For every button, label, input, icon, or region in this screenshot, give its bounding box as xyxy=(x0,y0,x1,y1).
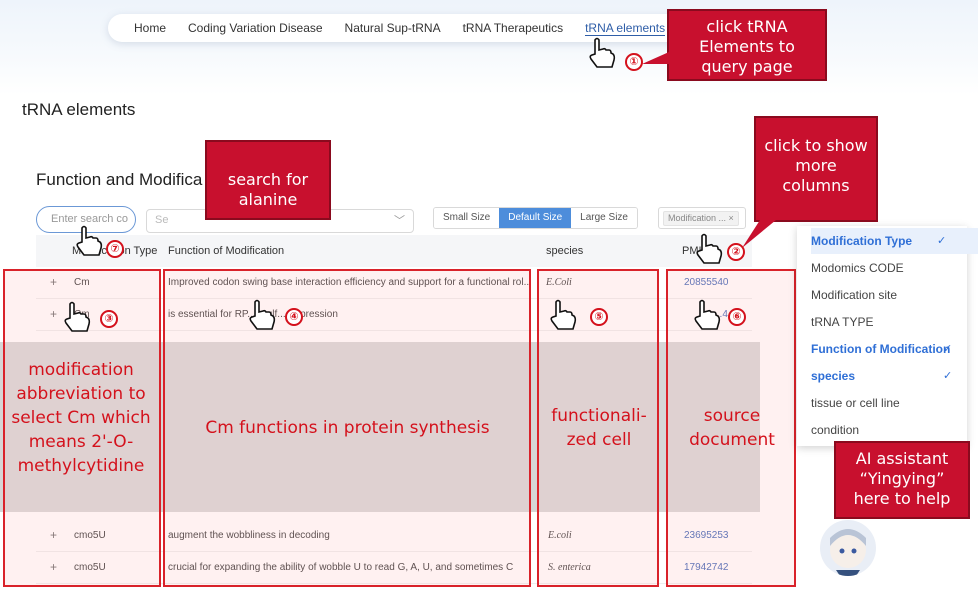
column-option-condition[interactable]: condition xyxy=(811,423,859,437)
column-option-trna-type[interactable]: tRNA TYPE xyxy=(811,315,873,329)
table-header: Modification Type Function of Modificati… xyxy=(36,235,752,267)
hand-cursor-icon xyxy=(550,299,577,330)
column-tag: Modification ... × xyxy=(663,211,739,226)
nav-trna-therapeutics[interactable]: tRNA Therapeutics xyxy=(463,21,564,35)
hand-cursor-icon xyxy=(589,37,616,68)
callout-columns: click to show more columns xyxy=(754,116,878,222)
column-dropdown-panel: Modification Type ✓ Modomics CODE Modifi… xyxy=(797,226,978,446)
check-icon: ✓ xyxy=(937,235,947,247)
step-marker-2: ② xyxy=(727,243,745,261)
column-select[interactable]: Modification ... × xyxy=(658,207,746,229)
hand-cursor-icon xyxy=(249,299,276,330)
page-title: tRNA elements xyxy=(22,100,136,119)
filter-select-placeholder: Se xyxy=(155,214,169,226)
overlay-mod-abbr: modification abbreviation to select Cm w… xyxy=(11,360,151,476)
step-marker-5: ⑤ xyxy=(590,308,608,326)
step-marker-3: ③ xyxy=(100,310,118,328)
header-species[interactable]: species xyxy=(546,245,583,257)
section-title: Function and Modifica xyxy=(36,170,203,189)
ai-assistant-avatar[interactable] xyxy=(820,520,876,576)
header-function[interactable]: Function of Modification xyxy=(168,245,284,257)
assistant-face-icon xyxy=(830,529,866,576)
check-icon: ✓ xyxy=(943,343,953,355)
callout-pointer xyxy=(742,220,776,248)
callout-assistant: AI assistant “Yingying” here to help xyxy=(834,441,970,519)
hand-cursor-icon xyxy=(76,225,103,256)
nav-coding-variation-disease[interactable]: Coding Variation Disease xyxy=(188,21,323,35)
column-option-tissue[interactable]: tissue or cell line xyxy=(811,396,900,410)
close-icon[interactable]: × xyxy=(729,213,734,223)
check-icon: ✓ xyxy=(943,370,953,382)
overlay-function: Cm functions in protein synthesis xyxy=(205,418,490,438)
column-option-modification-type[interactable]: Modification Type xyxy=(811,234,912,248)
hand-cursor-icon xyxy=(64,301,91,332)
step-marker-4: ④ xyxy=(285,308,303,326)
column-option-modification-site[interactable]: Modification site xyxy=(811,288,897,302)
nav-natural-sup-trna[interactable]: Natural Sup-tRNA xyxy=(345,21,441,35)
step-marker-6: ⑥ xyxy=(728,308,746,326)
hand-cursor-icon xyxy=(696,233,723,264)
overlay-source: source document xyxy=(689,406,775,450)
step-marker-7: ⑦ xyxy=(106,240,124,258)
large-size-button[interactable]: Large Size xyxy=(571,208,637,228)
overlay-cell: functionali-zed cell xyxy=(551,406,647,450)
small-size-button[interactable]: Small Size xyxy=(434,208,500,228)
nav-trna-elements[interactable]: tRNA elements xyxy=(585,21,666,36)
column-option-modomics-code[interactable]: Modomics CODE xyxy=(811,261,904,275)
column-option-function[interactable]: Function of Modification xyxy=(811,342,950,356)
nav-home[interactable]: Home xyxy=(134,21,166,35)
step-marker-1: ① xyxy=(625,53,643,71)
size-toggle-group: Small Size Default Size Large Size xyxy=(433,207,638,229)
column-tag-label: Modification ... xyxy=(668,213,727,223)
chevron-down-icon: ﹀ xyxy=(394,215,405,227)
callout-pointer xyxy=(642,52,669,64)
default-size-button[interactable]: Default Size xyxy=(499,208,572,228)
column-option-species[interactable]: species xyxy=(811,369,855,383)
callout-query-page: click tRNA Elements to query page xyxy=(667,9,827,81)
callout-search: search for alanine xyxy=(205,140,331,220)
hand-cursor-icon xyxy=(694,299,721,330)
